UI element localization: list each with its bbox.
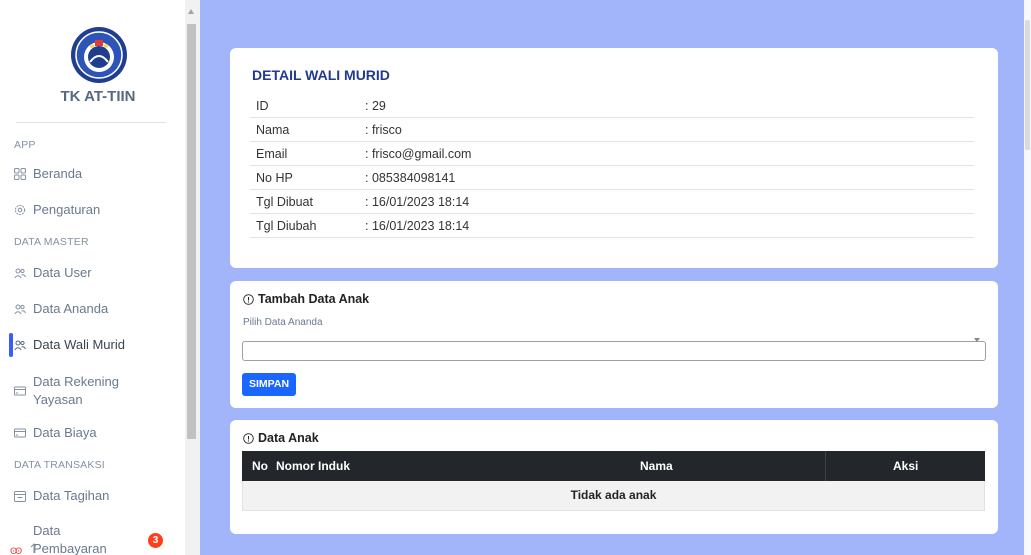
detail-value: : 29 xyxy=(365,99,386,113)
label-line-1: Data Rekening xyxy=(33,374,119,389)
sidebar: TK AT-TIIN APP Beranda Pengaturan DATA M… xyxy=(0,0,185,555)
empty-row: Tidak ada anak xyxy=(242,481,985,511)
brand-name: TK AT-TIIN xyxy=(60,88,136,105)
sidebar-item-label: Data Pembayaran xyxy=(33,522,107,555)
sidebar-item-data-ananda[interactable]: Data Ananda xyxy=(14,301,179,316)
sidebar-item-label: Data Tagihan xyxy=(33,488,110,503)
gear-icon xyxy=(14,204,26,215)
sidebar-item-label: Data Biaya xyxy=(33,425,97,440)
detail-card: DETAIL WALI MURID ID : 29 Nama : frisco … xyxy=(230,48,998,268)
credit-card-icon xyxy=(14,428,26,437)
column-header-no: No xyxy=(252,459,268,473)
sidebar-item-label: Beranda xyxy=(33,166,83,181)
column-divider xyxy=(825,451,826,481)
section-title: Data Anak xyxy=(243,431,319,445)
column-header-nama: Nama xyxy=(640,459,673,473)
detail-value: : 16/01/2023 18:14 xyxy=(365,195,470,209)
users-icon xyxy=(14,268,26,278)
page-scrollbar-thumb[interactable] xyxy=(1025,20,1030,150)
info-icon xyxy=(243,432,254,444)
sidebar-item-data-user[interactable]: Data User xyxy=(14,265,179,280)
detail-row-nama: Nama : frisco xyxy=(250,118,974,142)
ananda-select[interactable] xyxy=(242,341,986,361)
menu-header-transaksi: DATA TRANSAKSI xyxy=(14,459,105,471)
section-title: Tambah Data Anak xyxy=(243,292,369,306)
detail-row-tgl-diubah: Tgl Diubah : 16/01/2023 18:14 xyxy=(250,214,974,238)
sidebar-item-data-wali-murid[interactable]: Data Wali Murid xyxy=(14,337,179,352)
detail-row-id: ID : 29 xyxy=(250,94,974,118)
info-icon xyxy=(243,293,254,305)
sidebar-item-label: Data Rekening Yayasan xyxy=(33,373,119,409)
sidebar-item-label: Pengaturan xyxy=(33,202,101,217)
sidebar-scrollbar-thumb[interactable] xyxy=(187,24,196,439)
detail-value: : 085384098141 xyxy=(365,171,456,185)
scroll-up-arrow[interactable] xyxy=(188,9,194,14)
section-title-text: Data Anak xyxy=(258,431,319,445)
children-card: Data Anak No Nomor Induk Nama Aksi Tidak… xyxy=(230,420,998,534)
detail-value: : 16/01/2023 18:14 xyxy=(365,219,470,233)
sidebar-item-data-rekening-yayasan[interactable]: Data Rekening Yayasan xyxy=(14,373,179,409)
add-child-card: Tambah Data Anak Pilih Data Ananda SIMPA… xyxy=(230,281,998,408)
chevron-down-icon[interactable] xyxy=(974,338,980,342)
sidebar-item-data-biaya[interactable]: Data Biaya xyxy=(14,425,179,440)
notification-badge: 3 xyxy=(148,533,163,548)
detail-label: Tgl Dibuat xyxy=(256,195,313,209)
menu-header-master: DATA MASTER xyxy=(14,236,89,248)
users-icon xyxy=(14,304,26,314)
select-label: Pilih Data Ananda xyxy=(243,317,323,328)
detail-value: : frisco xyxy=(365,123,402,137)
save-button[interactable]: SIMPAN xyxy=(242,373,296,396)
label-line-1: Data xyxy=(33,523,61,538)
detail-row-no-hp: No HP : 085384098141 xyxy=(250,166,974,190)
users-icon xyxy=(14,340,26,350)
children-table: No Nomor Induk Nama Aksi Tidak ada anak xyxy=(242,451,985,511)
section-title-text: Tambah Data Anak xyxy=(258,292,370,306)
active-indicator xyxy=(9,333,13,357)
page-title: DETAIL WALI MURID xyxy=(252,67,390,83)
detail-row-email: Email : frisco@gmail.com xyxy=(250,142,974,166)
detail-label: No HP xyxy=(256,171,293,185)
column-header-aksi: Aksi xyxy=(893,459,919,473)
sidebar-item-label: Data Ananda xyxy=(33,301,109,316)
column-header-nomor-induk: Nomor Induk xyxy=(276,459,350,473)
detail-label: ID xyxy=(256,99,269,113)
menu-header-app: APP xyxy=(14,139,36,151)
detail-label: Nama xyxy=(256,123,290,137)
calendar-icon xyxy=(14,490,26,502)
label-line-2: Yayasan xyxy=(33,392,83,407)
sidebar-item-label: Data Wali Murid xyxy=(33,337,125,352)
school-logo xyxy=(71,27,127,83)
detail-label: Email xyxy=(256,147,288,161)
sidebar-item-beranda[interactable]: Beranda xyxy=(14,166,179,181)
sidebar-item-label: Data User xyxy=(33,265,92,280)
detail-label: Tgl Diubah xyxy=(256,219,317,233)
svg-text:Ꙭ: Ꙭ xyxy=(10,547,22,555)
divider xyxy=(16,122,166,123)
grid-icon xyxy=(14,167,26,180)
detail-row-tgl-dibuat: Tgl Dibuat : 16/01/2023 18:14 xyxy=(250,190,974,214)
table-header: No Nomor Induk Nama Aksi xyxy=(242,451,985,481)
credit-card-icon xyxy=(14,386,26,396)
detail-value: : frisco@gmail.com xyxy=(365,147,472,161)
sidebar-item-data-tagihan[interactable]: Data Tagihan xyxy=(14,488,179,503)
sidebar-item-pengaturan[interactable]: Pengaturan xyxy=(14,202,179,217)
label-line-2: Pembayaran xyxy=(33,541,107,555)
payment-icon: Ꙭ xyxy=(10,543,36,555)
